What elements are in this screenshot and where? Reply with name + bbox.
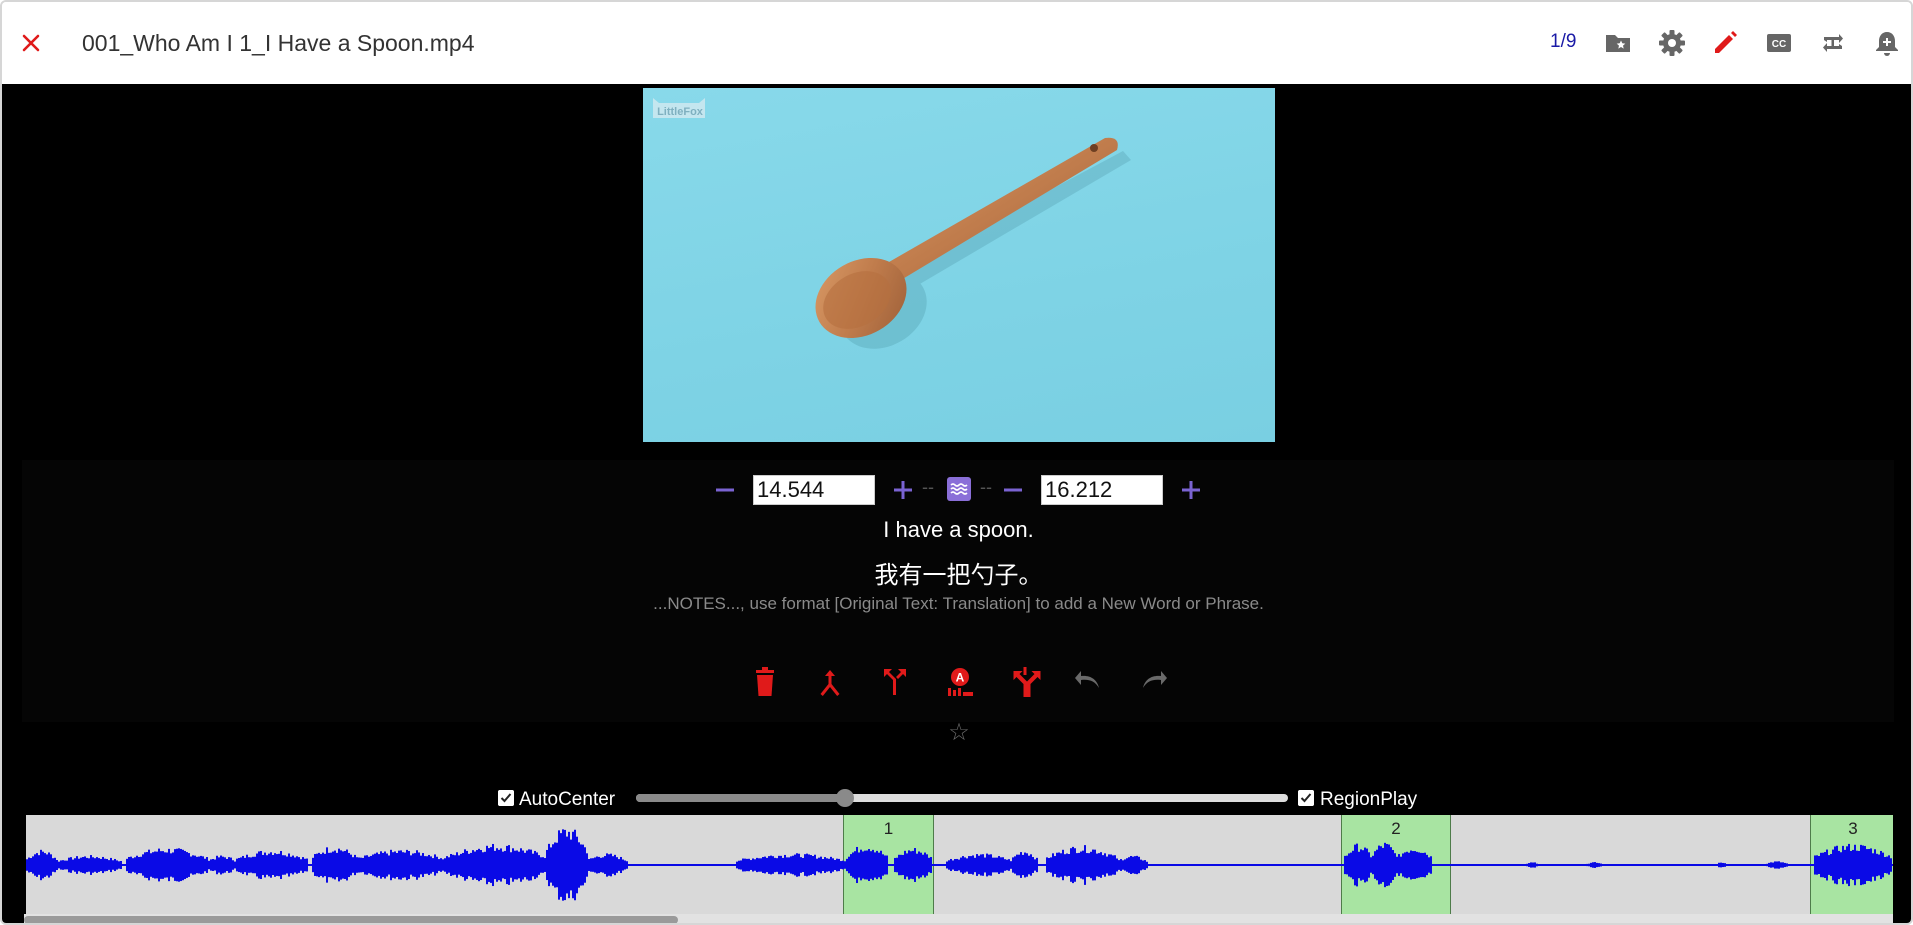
top-bar: 001_Who Am I 1_I Have a Spoon.mp4 1/9 CC xyxy=(2,2,1911,84)
zoom-slider[interactable] xyxy=(636,789,1288,807)
autocenter-label: AutoCenter xyxy=(519,789,616,810)
file-title: 001_Who Am I 1_I Have a Spoon.mp4 xyxy=(82,30,475,56)
undo-icon[interactable] xyxy=(1071,664,1107,700)
svg-text:A: A xyxy=(956,671,965,685)
end-time-input[interactable] xyxy=(1041,475,1163,505)
notification-add-icon[interactable] xyxy=(1872,28,1902,58)
start-plus-icon[interactable] xyxy=(889,476,917,504)
autocenter-checkbox[interactable] xyxy=(498,790,514,806)
page-count[interactable]: 1/9 xyxy=(1550,31,1576,53)
favorite-folder-icon[interactable] xyxy=(1603,28,1633,58)
waveform-graph xyxy=(26,829,1893,901)
video-frame[interactable]: LittleFox xyxy=(643,88,1275,442)
split-icon[interactable] xyxy=(877,664,913,700)
subtitle-chinese[interactable]: 我有一把勺子。 xyxy=(2,555,1911,590)
regionplay-label: RegionPlay xyxy=(1320,789,1418,810)
separator-right: -- xyxy=(980,477,992,497)
timeline-scrollbar[interactable] xyxy=(24,914,1893,923)
end-plus-icon[interactable] xyxy=(1177,476,1205,504)
auto-segment-icon[interactable]: A xyxy=(942,664,978,700)
app-window: 001_Who Am I 1_I Have a Spoon.mp4 1/9 CC xyxy=(0,0,1913,925)
separator-left: -- xyxy=(922,477,934,497)
zoom-slider-fill xyxy=(636,794,845,802)
close-icon[interactable] xyxy=(16,28,46,58)
subtitle-english[interactable]: I have a spoon. xyxy=(2,517,1911,543)
notes-field[interactable]: ...NOTES..., use format [Original Text: … xyxy=(2,594,1911,614)
favorite-star-icon[interactable]: ☆ xyxy=(946,720,972,746)
end-minus-icon[interactable] xyxy=(999,476,1027,504)
edit-pencil-icon[interactable] xyxy=(1710,28,1740,58)
repeat-icon[interactable] xyxy=(1818,28,1848,58)
fork-icon[interactable] xyxy=(1007,664,1043,700)
start-minus-icon[interactable] xyxy=(711,476,739,504)
waveform-toggle-icon[interactable] xyxy=(947,477,971,501)
timeline-scroll-thumb[interactable] xyxy=(24,916,679,923)
redo-icon[interactable] xyxy=(1135,664,1171,700)
start-time-input[interactable] xyxy=(753,475,875,505)
merge-icon[interactable] xyxy=(812,664,848,700)
zoom-slider-thumb[interactable] xyxy=(835,789,854,807)
spoon-image xyxy=(815,137,1131,349)
waveform-timeline[interactable]: 1 2 3 xyxy=(26,815,1893,914)
svg-text:CC: CC xyxy=(1772,39,1786,50)
settings-icon[interactable] xyxy=(1657,28,1687,58)
delete-icon[interactable] xyxy=(747,664,783,700)
regionplay-checkbox[interactable] xyxy=(1298,790,1314,806)
closed-caption-icon[interactable]: CC xyxy=(1764,28,1794,58)
